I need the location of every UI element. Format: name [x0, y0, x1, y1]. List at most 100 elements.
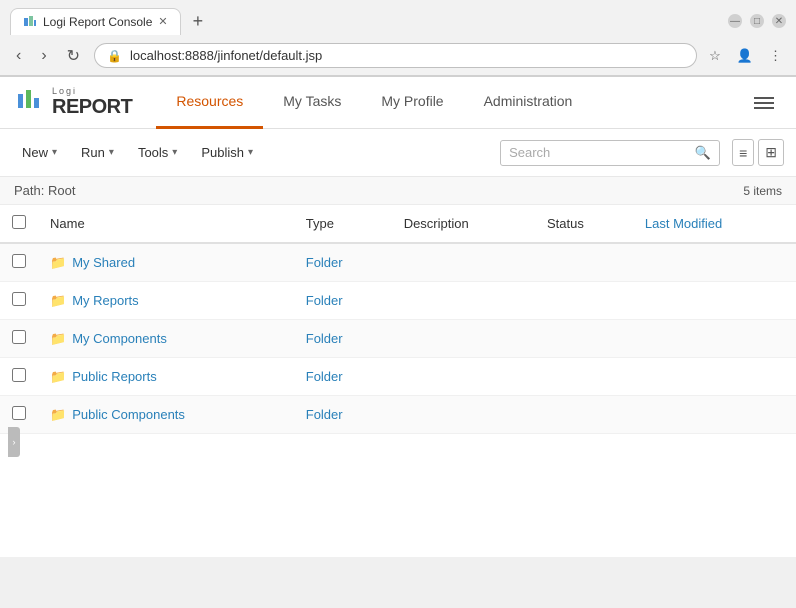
hamburger-menu[interactable]	[748, 88, 780, 118]
search-icon: 🔍	[695, 145, 711, 161]
folder-link[interactable]: 📁 Public Components	[50, 407, 282, 423]
close-button[interactable]: ✕	[772, 14, 786, 28]
nav-item-tasks[interactable]: My Tasks	[263, 77, 361, 129]
hamburger-line-2	[754, 102, 774, 104]
tools-button[interactable]: Tools ▾	[128, 139, 187, 166]
grid-view-icon: ⊞	[765, 144, 777, 160]
table-row[interactable]: 📁 My Reports Folder	[0, 282, 796, 320]
row-status	[535, 243, 633, 282]
row-checkbox[interactable]	[12, 330, 26, 344]
breadcrumb-text: Path: Root	[14, 183, 75, 198]
tab-title: Logi Report Console	[43, 15, 152, 29]
publish-button[interactable]: Publish ▾	[191, 139, 263, 166]
row-description	[392, 320, 535, 358]
hamburger-line-1	[754, 97, 774, 99]
row-checkbox-cell	[0, 243, 38, 282]
row-name: 📁 My Reports	[38, 282, 294, 320]
folder-link[interactable]: 📁 My Shared	[50, 255, 282, 271]
header-type: Type	[294, 205, 392, 243]
breadcrumb: Path: Root	[14, 183, 75, 198]
menu-icon[interactable]: ⋮	[765, 46, 786, 66]
row-checkbox[interactable]	[12, 406, 26, 420]
main-nav: Resources My Tasks My Profile Administra…	[156, 77, 748, 129]
logo-text: REPORT	[52, 96, 132, 119]
app-header: Logi REPORT Resources My Tasks My Profil…	[0, 77, 796, 129]
table-row[interactable]: 📁 My Components Folder	[0, 320, 796, 358]
forward-button[interactable]: ›	[35, 45, 52, 67]
new-button[interactable]: New ▾	[12, 139, 67, 166]
run-button[interactable]: Run ▾	[71, 139, 124, 166]
run-arrow-icon: ▾	[109, 147, 114, 158]
url-text: localhost:8888/jinfonet/default.jsp	[130, 48, 684, 63]
folder-link[interactable]: 📁 My Components	[50, 331, 282, 347]
row-name: 📁 My Shared	[38, 243, 294, 282]
new-tab-button[interactable]: +	[185, 7, 212, 36]
row-type: Folder	[294, 320, 392, 358]
row-description	[392, 396, 535, 434]
account-icon[interactable]: 👤	[733, 46, 757, 66]
tab-favicon	[23, 15, 37, 29]
row-last-modified	[633, 282, 796, 320]
folder-icon: 📁	[50, 293, 66, 309]
header-name: Name	[38, 205, 294, 243]
url-bar: 🔒 localhost:8888/jinfonet/default.jsp	[94, 43, 697, 68]
folder-link[interactable]: 📁 My Reports	[50, 293, 282, 309]
row-description	[392, 282, 535, 320]
row-checkbox[interactable]	[12, 254, 26, 268]
row-name: 📁 Public Components	[38, 396, 294, 434]
row-type: Folder	[294, 358, 392, 396]
header-status: Status	[535, 205, 633, 243]
list-view-button[interactable]: ≡	[732, 139, 754, 166]
row-name: 📁 My Components	[38, 320, 294, 358]
row-last-modified	[633, 358, 796, 396]
header-last-modified[interactable]: Last Modified	[633, 205, 796, 243]
refresh-button[interactable]: ↻	[61, 44, 86, 68]
breadcrumb-bar: Path: Root 5 items	[0, 177, 796, 205]
tab-close-icon[interactable]: ✕	[158, 15, 167, 28]
select-all-checkbox[interactable]	[12, 215, 26, 229]
nav-item-resources[interactable]: Resources	[156, 77, 263, 129]
side-expand-tab[interactable]: ›	[8, 427, 20, 457]
item-count: 5 items	[743, 184, 782, 198]
new-arrow-icon: ▾	[52, 147, 57, 158]
nav-item-administration[interactable]: Administration	[464, 77, 593, 129]
maximize-button[interactable]: □	[750, 14, 764, 28]
row-description	[392, 243, 535, 282]
search-input[interactable]	[509, 145, 689, 160]
table-row[interactable]: 📁 Public Components Folder	[0, 396, 796, 434]
table-row[interactable]: 📁 Public Reports Folder	[0, 358, 796, 396]
row-checkbox-cell	[0, 282, 38, 320]
row-checkbox-cell	[0, 358, 38, 396]
row-last-modified	[633, 320, 796, 358]
search-box[interactable]: 🔍	[500, 140, 720, 166]
folder-link[interactable]: 📁 Public Reports	[50, 369, 282, 385]
publish-arrow-icon: ▾	[248, 147, 253, 158]
minimize-button[interactable]: —	[728, 14, 742, 28]
browser-tab[interactable]: Logi Report Console ✕	[10, 8, 181, 35]
hamburger-line-3	[754, 107, 774, 109]
grid-view-button[interactable]: ⊞	[758, 139, 784, 166]
row-type: Folder	[294, 243, 392, 282]
row-status	[535, 282, 633, 320]
folder-icon: 📁	[50, 407, 66, 423]
row-type: Folder	[294, 396, 392, 434]
table-header-row: Name Type Description Status Last Modifi	[0, 205, 796, 243]
row-checkbox[interactable]	[12, 292, 26, 306]
back-button[interactable]: ‹	[10, 45, 27, 67]
row-checkbox-cell	[0, 320, 38, 358]
row-last-modified	[633, 243, 796, 282]
lock-icon: 🔒	[107, 49, 122, 63]
tools-arrow-icon: ▾	[172, 147, 177, 158]
row-status	[535, 396, 633, 434]
row-status	[535, 358, 633, 396]
file-table-container: Name Type Description Status Last Modifi	[0, 205, 796, 557]
header-checkbox-col	[0, 205, 38, 243]
file-table: Name Type Description Status Last Modifi	[0, 205, 796, 434]
row-status	[535, 320, 633, 358]
nav-item-profile[interactable]: My Profile	[361, 77, 463, 129]
bookmark-icon[interactable]: ☆	[705, 46, 725, 66]
table-row[interactable]: 📁 My Shared Folder	[0, 243, 796, 282]
folder-icon: 📁	[50, 369, 66, 385]
folder-icon: 📁	[50, 255, 66, 271]
row-checkbox[interactable]	[12, 368, 26, 382]
